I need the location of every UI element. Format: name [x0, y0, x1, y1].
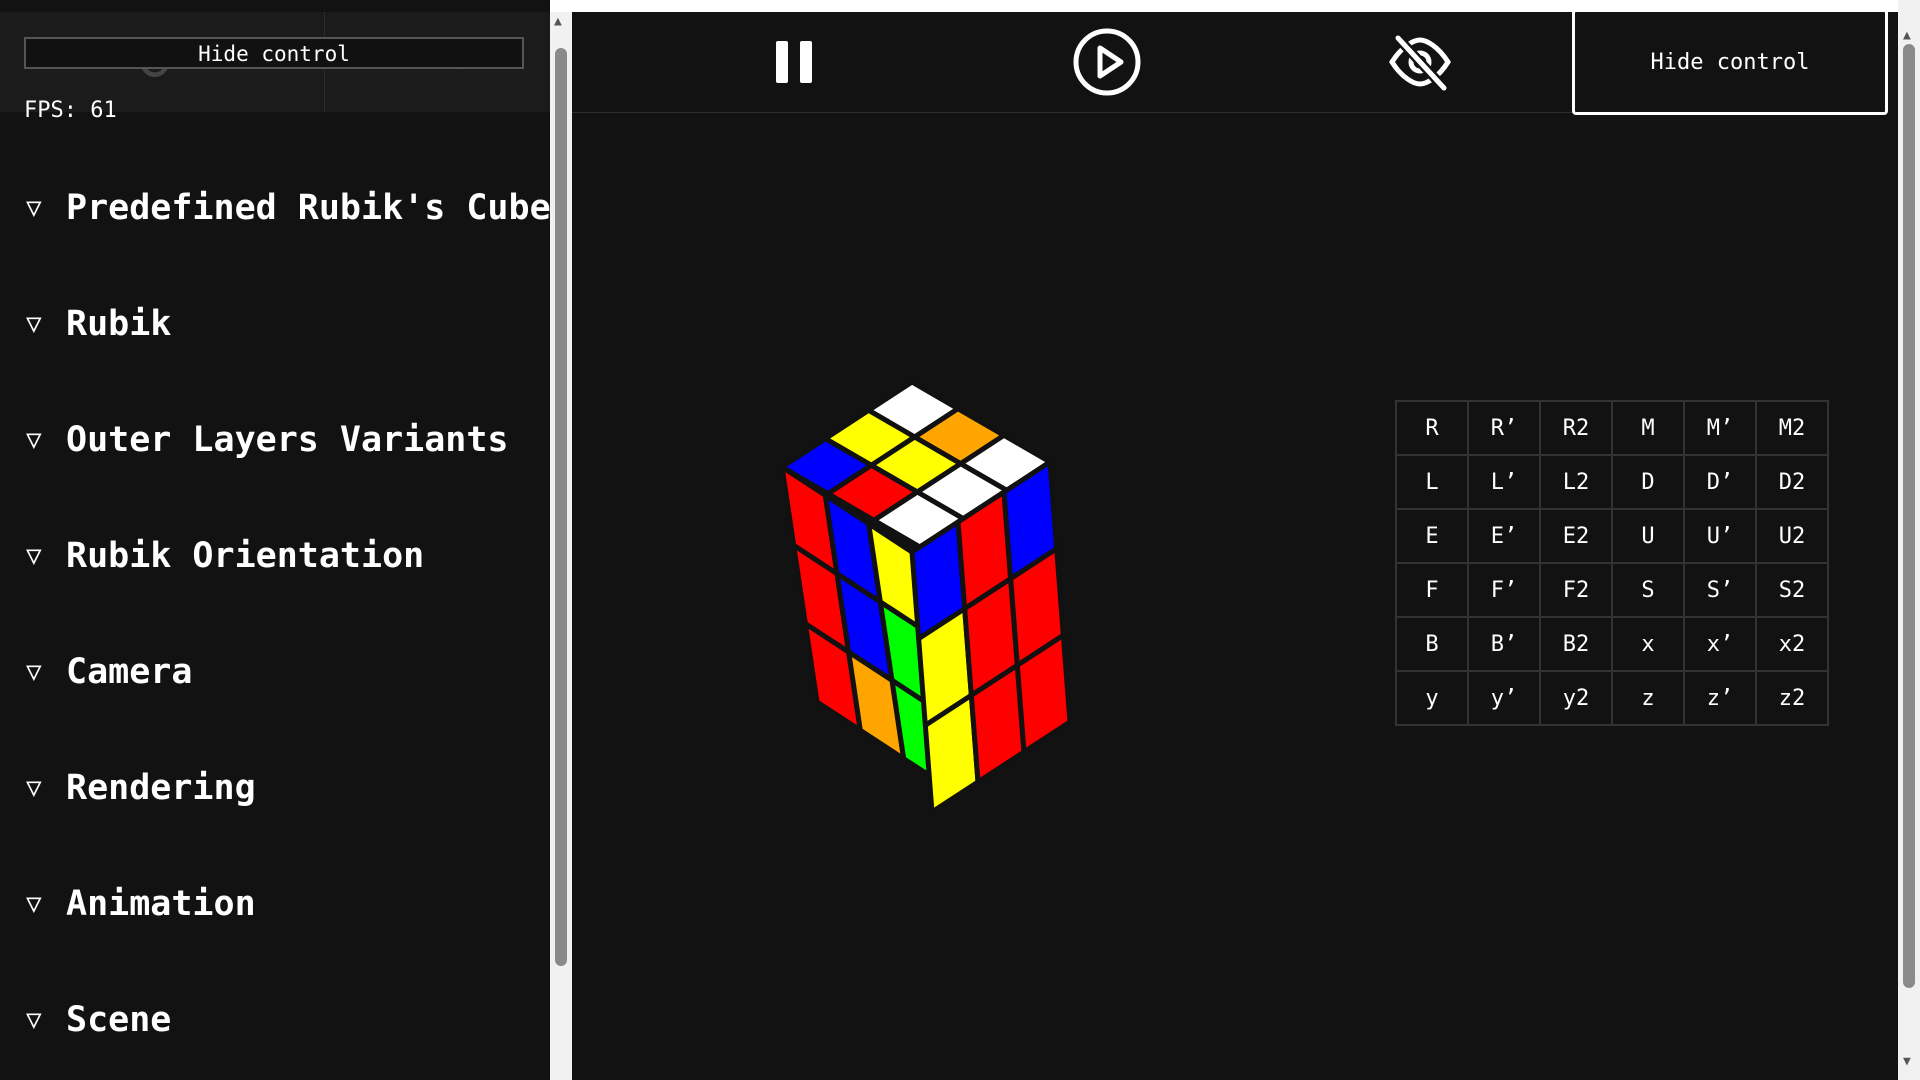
collapse-triangle-icon: ▽	[26, 193, 42, 223]
collapse-triangle-icon: ▽	[26, 425, 42, 455]
scroll-down-arrow-icon[interactable]: ▼	[1903, 1054, 1911, 1069]
move-button[interactable]: U’	[1683, 508, 1757, 564]
move-row: L L’ L2 D D’ D2	[1395, 454, 1829, 510]
move-button[interactable]: x	[1611, 616, 1685, 672]
move-button[interactable]: S2	[1755, 562, 1829, 618]
move-button[interactable]: E’	[1467, 508, 1541, 564]
move-button[interactable]: F	[1395, 562, 1469, 618]
move-button[interactable]: B’	[1467, 616, 1541, 672]
collapse-triangle-icon: ▽	[26, 889, 42, 919]
section-label: Predefined Rubik's Cube	[66, 188, 550, 228]
move-button[interactable]: R’	[1467, 400, 1541, 456]
move-button[interactable]: z’	[1683, 670, 1757, 726]
section-label: Animation	[66, 884, 256, 924]
move-buttons-grid: R R’ R2 M M’ M2 L L’ L2 D D’ D2 E E’ E2 …	[1395, 400, 1829, 726]
section-outer-layers-variants[interactable]: ▽ Outer Layers Variants	[26, 420, 509, 460]
move-row: E E’ E2 U U’ U2	[1395, 508, 1829, 564]
scroll-up-arrow-icon[interactable]: ▲	[1903, 28, 1911, 43]
section-predefined-rubiks-cube[interactable]: ▽ Predefined Rubik's Cube	[26, 188, 550, 228]
play-circle-icon	[1073, 28, 1140, 96]
collapse-triangle-icon: ▽	[26, 657, 42, 687]
move-button[interactable]: L’	[1467, 454, 1541, 510]
page-scrollbar[interactable]: ▲ ▼	[1898, 0, 1920, 1080]
move-button[interactable]: R	[1395, 400, 1469, 456]
move-button[interactable]: z2	[1755, 670, 1829, 726]
section-label: Rubik	[66, 304, 172, 344]
move-button[interactable]: E	[1395, 508, 1469, 564]
move-button[interactable]: L	[1395, 454, 1469, 510]
section-rubik-orientation[interactable]: ▽ Rubik Orientation	[26, 536, 424, 576]
move-button[interactable]: B	[1395, 616, 1469, 672]
section-label: Rendering	[66, 768, 256, 808]
move-button[interactable]: S’	[1683, 562, 1757, 618]
page-scrollbar-thumb[interactable]	[1903, 44, 1915, 988]
move-button[interactable]: x2	[1755, 616, 1829, 672]
section-scene[interactable]: ▽ Scene	[26, 1000, 171, 1040]
move-button[interactable]: B2	[1539, 616, 1613, 672]
move-button[interactable]: F2	[1539, 562, 1613, 618]
move-button[interactable]: D2	[1755, 454, 1829, 510]
move-button[interactable]: D’	[1683, 454, 1757, 510]
panel-scrollbar[interactable]: ▲	[550, 12, 572, 1080]
move-button[interactable]: R2	[1539, 400, 1613, 456]
fps-counter: FPS: 61	[24, 98, 117, 123]
panel-scrollbar-thumb[interactable]	[555, 48, 567, 966]
control-panel: ↺ ✂ Hide control FPS: 61 ▽ Predefined Ru…	[0, 0, 550, 1080]
move-button[interactable]: y	[1395, 670, 1469, 726]
move-button[interactable]: x’	[1683, 616, 1757, 672]
toggle-visibility-button[interactable]	[1263, 12, 1577, 113]
section-label: Outer Layers Variants	[66, 420, 509, 460]
move-button[interactable]: M2	[1755, 400, 1829, 456]
scroll-up-arrow-icon[interactable]: ▲	[554, 14, 562, 29]
move-button[interactable]: D	[1611, 454, 1685, 510]
collapse-triangle-icon: ▽	[26, 773, 42, 803]
pause-icon	[776, 41, 812, 83]
hide-control-button[interactable]: Hide control	[24, 37, 524, 69]
move-button[interactable]: L2	[1539, 454, 1613, 510]
move-button[interactable]: S	[1611, 562, 1685, 618]
move-row: y y’ y2 z z’ z2	[1395, 670, 1829, 726]
move-button[interactable]: z	[1611, 670, 1685, 726]
section-camera[interactable]: ▽ Camera	[26, 652, 192, 692]
toolbar-spacer	[572, 12, 639, 113]
section-label: Camera	[66, 652, 193, 692]
collapse-triangle-icon: ▽	[26, 1005, 42, 1035]
cube-viewport[interactable]: Hide control R R’ R2 M M’ M2 L L’ L2 D D…	[572, 12, 1898, 1080]
rubiks-cube[interactable]	[702, 362, 1122, 812]
move-button[interactable]: M’	[1683, 400, 1757, 456]
section-label: Rubik Orientation	[66, 536, 425, 576]
move-button[interactable]: U	[1611, 508, 1685, 564]
section-animation[interactable]: ▽ Animation	[26, 884, 256, 924]
move-button[interactable]: y’	[1467, 670, 1541, 726]
move-row: F F’ F2 S S’ S2	[1395, 562, 1829, 618]
move-row: B B’ B2 x x’ x2	[1395, 616, 1829, 672]
section-rendering[interactable]: ▽ Rendering	[26, 768, 256, 808]
play-button[interactable]	[950, 12, 1264, 113]
move-button[interactable]: E2	[1539, 508, 1613, 564]
section-rubik[interactable]: ▽ Rubik	[26, 304, 171, 344]
collapse-triangle-icon: ▽	[26, 541, 42, 571]
eye-off-icon	[1388, 34, 1451, 92]
move-button[interactable]: y2	[1539, 670, 1613, 726]
section-label: Scene	[66, 1000, 172, 1040]
hide-control-button[interactable]: Hide control	[1572, 12, 1888, 115]
move-button[interactable]: F’	[1467, 562, 1541, 618]
move-row: R R’ R2 M M’ M2	[1395, 400, 1829, 456]
move-button[interactable]: U2	[1755, 508, 1829, 564]
collapse-triangle-icon: ▽	[26, 309, 42, 339]
pause-button[interactable]	[638, 12, 951, 113]
move-button[interactable]: M	[1611, 400, 1685, 456]
